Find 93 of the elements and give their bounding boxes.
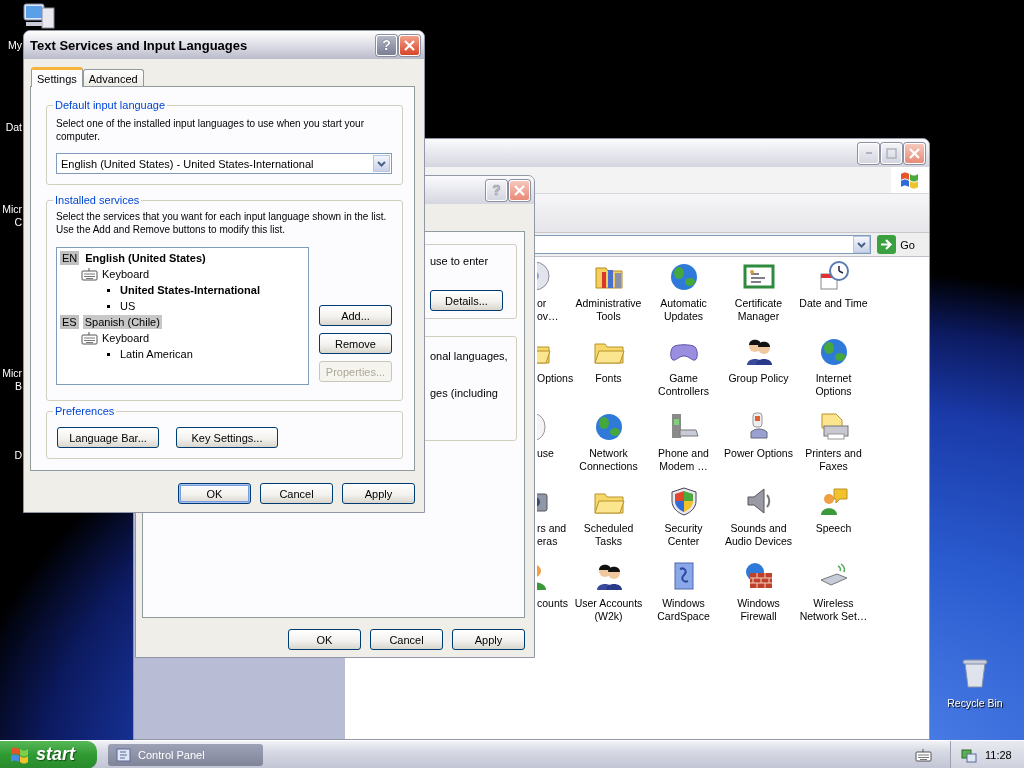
- control-panel-item[interactable]: or ov…: [535, 260, 571, 335]
- trash-can-icon: [962, 657, 988, 689]
- dropdown-button[interactable]: [853, 236, 871, 253]
- language-code: EN: [60, 251, 80, 265]
- button[interactable]: Cancel: [370, 629, 443, 650]
- network-icon[interactable]: [961, 746, 977, 763]
- control-panel-icon: [116, 746, 132, 763]
- button[interactable]: OK: [288, 629, 361, 650]
- description-text: onal languages,: [430, 350, 509, 363]
- tab[interactable]: Advanced: [82, 69, 144, 86]
- service-name[interactable]: Keyboard: [102, 268, 150, 280]
- control-panel-item[interactable]: Windows CardSpace: [646, 560, 721, 635]
- desktop-icon-label[interactable]: C: [0, 216, 22, 229]
- layout-name[interactable]: Latin American: [120, 348, 193, 360]
- close-button[interactable]: [509, 179, 530, 201]
- control-panel-item[interactable]: User Accounts (W2k): [571, 560, 646, 635]
- bullet-icon: [107, 304, 110, 308]
- clock: 11:28: [985, 748, 1012, 761]
- caret-icon: [857, 241, 867, 248]
- button[interactable]: OK: [178, 483, 251, 504]
- control-panel-item[interactable]: Administrative Tools: [571, 260, 646, 335]
- button[interactable]: Apply: [342, 483, 415, 504]
- control-panel-item[interactable]: Printers and Faxes: [796, 410, 871, 485]
- keyboard-icon: [81, 267, 98, 281]
- bullet-icon: [107, 288, 110, 292]
- button[interactable]: Add...: [319, 305, 392, 326]
- minimize-button[interactable]: [858, 142, 879, 164]
- control-panel-item[interactable]: Group Policy: [721, 335, 796, 410]
- desktop-icon-label[interactable]: Micr: [0, 367, 22, 380]
- dropdown-button[interactable]: [373, 155, 390, 172]
- control-panel-item[interactable]: rs and eras: [535, 485, 571, 560]
- button[interactable]: Apply: [452, 629, 525, 650]
- control-panel-item[interactable]: Automatic Updates: [646, 260, 721, 335]
- control-panel-item[interactable]: Phone and Modem …: [646, 410, 721, 485]
- desktop-icon-label[interactable]: Dat: [0, 121, 22, 134]
- control-panel-item[interactable]: counts: [535, 560, 571, 635]
- close-icon: [908, 146, 921, 160]
- control-panel-item[interactable]: Certificate Manager: [721, 260, 796, 335]
- maximize-button[interactable]: [881, 142, 902, 164]
- close-button[interactable]: [904, 142, 925, 164]
- minimize-icon: [865, 152, 872, 154]
- control-panel-item[interactable]: Sounds and Audio Devices: [721, 485, 796, 560]
- control-panel-item[interactable]: Internet Options: [796, 335, 871, 410]
- window-title: Text Services and Input Languages: [30, 37, 249, 53]
- control-panel-item[interactable]: Power Options: [721, 410, 796, 485]
- group-label: Installed services: [53, 193, 142, 207]
- group-label: Preferences: [53, 404, 117, 418]
- keyboard-icon[interactable]: [915, 747, 932, 762]
- language-dropdown[interactable]: English (United States) - United States-International: [56, 153, 392, 174]
- control-panel-item[interactable]: Wireless Network Set…: [796, 560, 871, 635]
- control-panel-item[interactable]: Speech: [796, 485, 871, 560]
- windows-flag-icon: [10, 745, 30, 764]
- close-icon: [403, 38, 416, 52]
- button[interactable]: Details...: [430, 290, 503, 311]
- language-code: ES: [60, 315, 79, 329]
- control-panel-item[interactable]: Network Connections: [571, 410, 646, 485]
- services-list[interactable]: EN English (United States) Keyboard United States-International US ES Spanish (Chile) Keyboard Latin American: [56, 247, 309, 385]
- close-button[interactable]: [399, 34, 420, 56]
- service-name[interactable]: Keyboard: [102, 332, 150, 344]
- tab[interactable]: Settings: [31, 67, 83, 87]
- bullet-icon: [107, 352, 110, 356]
- layout-name[interactable]: United States-International: [120, 284, 260, 296]
- layout-name[interactable]: US: [120, 300, 136, 312]
- description-text: ges (including: [430, 387, 499, 400]
- keyboard-icon: [81, 331, 98, 345]
- description-text: Select the services that you want for each input language shown in the list. Use the Add and Remove buttons to modify this list.: [56, 210, 388, 236]
- desktop-icon-label[interactable]: D: [0, 449, 22, 462]
- description-text: use to enter: [430, 255, 490, 268]
- caret-icon: [377, 160, 386, 167]
- windows-flag-icon: [900, 171, 920, 189]
- desktop-icon-label[interactable]: B: [0, 380, 22, 393]
- control-panel-item[interactable]: Date and Time: [796, 260, 871, 335]
- go-button[interactable]: Go: [877, 235, 915, 254]
- start-button[interactable]: start: [0, 740, 97, 768]
- button[interactable]: Cancel: [260, 483, 333, 504]
- group-label: Default input language: [53, 98, 168, 112]
- control-panel-item[interactable]: Windows Firewall: [721, 560, 796, 635]
- maximize-icon: [886, 147, 897, 159]
- close-icon: [513, 183, 526, 197]
- desktop-icon-label[interactable]: My: [0, 39, 22, 52]
- language-name[interactable]: English (United States): [83, 251, 208, 265]
- desktop-icon-label[interactable]: Micr: [0, 203, 22, 216]
- language-name[interactable]: Spanish (Chile): [82, 315, 162, 329]
- control-panel-item[interactable]: Scheduled Tasks: [571, 485, 646, 560]
- desktop-icon-label[interactable]: Recycle Bin: [947, 697, 1003, 709]
- button[interactable]: Language Bar...: [57, 427, 159, 448]
- clock-icon: [817, 260, 850, 292]
- description-text: Select one of the installed input languages to use when you start your computer.: [56, 117, 365, 143]
- button[interactable]: Remove: [319, 333, 392, 354]
- button[interactable]: Key Settings...: [176, 427, 278, 448]
- control-panel-item[interactable]: use: [535, 410, 571, 485]
- control-panel-item[interactable]: Security Center: [646, 485, 721, 560]
- control-panel-item[interactable]: Game Controllers: [646, 335, 721, 410]
